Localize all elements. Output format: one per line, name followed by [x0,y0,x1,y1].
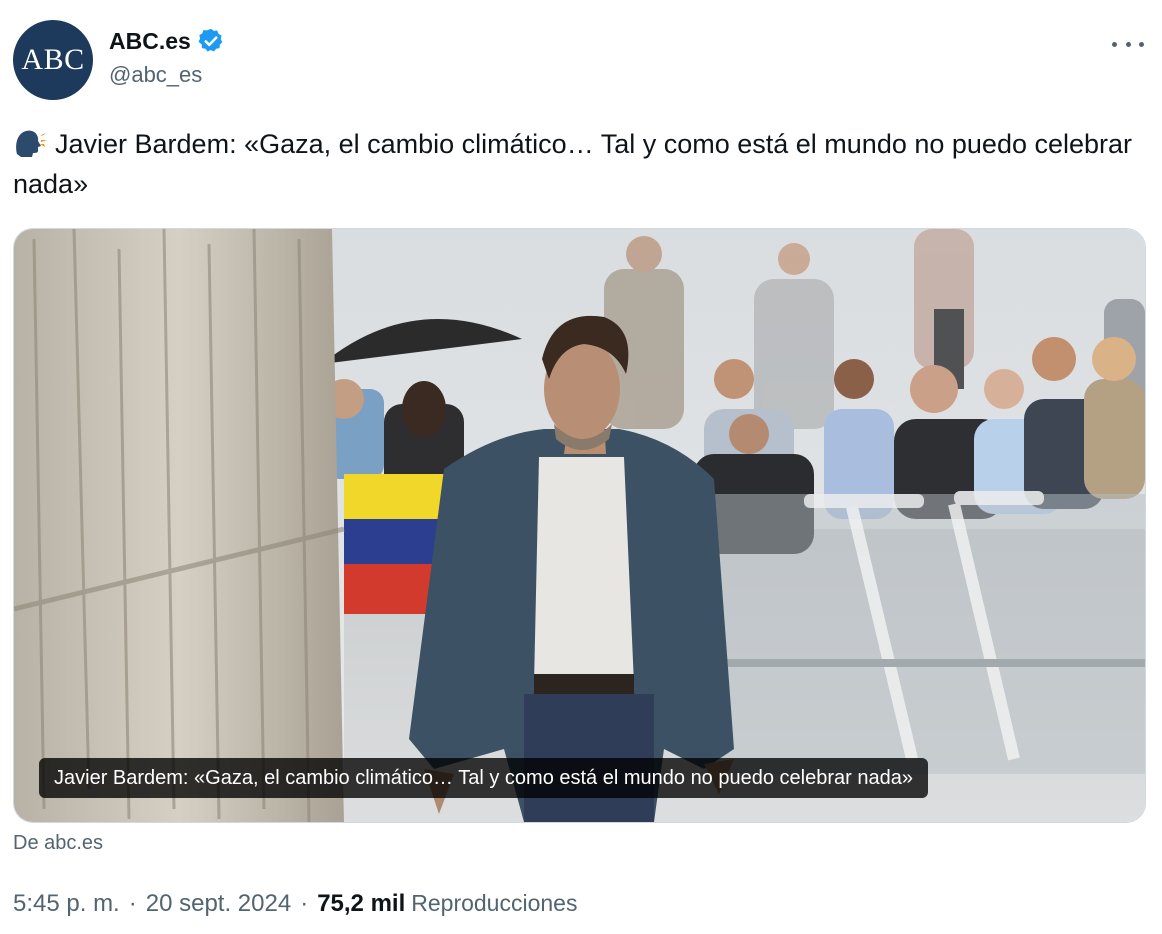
verified-badge-icon[interactable] [197,27,225,55]
views-count: 75,2 mil [317,890,406,917]
tweet-meta: 5:45 p. m. · 20 sept. 2024 · 75,2 mil Re… [13,890,577,918]
author-handle[interactable]: @abc_es [109,62,202,88]
tweet-time[interactable]: 5:45 p. m. [13,890,120,918]
author-name-row: ABC.es [109,27,225,55]
article-photo[interactable] [14,229,1145,822]
tweet-date[interactable]: 20 sept. 2024 [146,890,291,918]
link-card[interactable]: Javier Bardem: «Gaza, el cambio climátic… [13,228,1146,823]
tweet-text: Javier Bardem: «Gaza, el cambio climátic… [13,124,1133,204]
link-source[interactable]: De abc.es [13,832,103,855]
more-options-icon[interactable] [1112,34,1144,54]
link-card-caption[interactable]: Javier Bardem: «Gaza, el cambio climátic… [39,758,928,798]
author-avatar[interactable]: ABC [13,20,93,100]
tweet-text-body: Javier Bardem: «Gaza, el cambio climátic… [13,129,1133,199]
speaking-head-icon [16,130,47,157]
meta-separator: · [128,890,137,917]
views-label: Reproducciones [411,890,578,916]
meta-separator: · [300,890,309,917]
author-display-name[interactable]: ABC.es [109,28,191,55]
